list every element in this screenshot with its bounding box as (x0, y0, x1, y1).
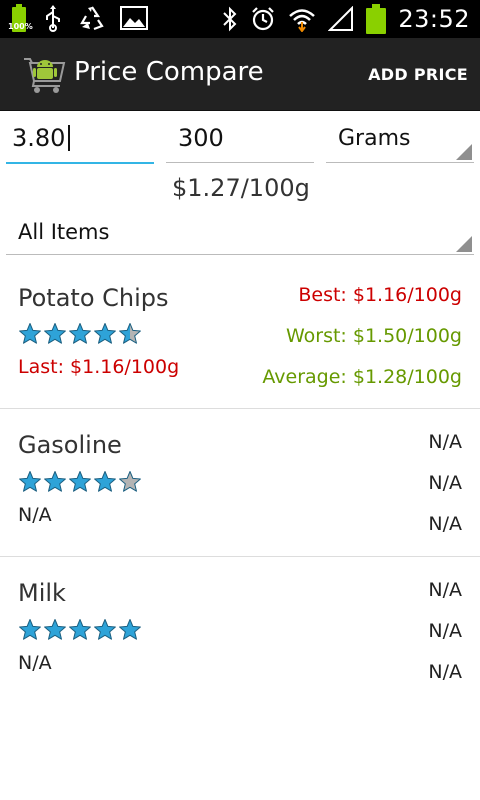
item-name: Potato Chips (18, 284, 169, 312)
star-icon (44, 471, 66, 492)
list-item[interactable]: Potato Chips Last: $1.16/100g Best: $1.1… (0, 262, 480, 408)
quantity-input-value: 300 (178, 124, 224, 152)
average-price: N/A (428, 513, 462, 535)
signal-icon (328, 6, 354, 31)
text-cursor (68, 125, 70, 151)
star-icon (69, 323, 91, 344)
item-filter-value: All Items (18, 220, 110, 244)
usb-icon (46, 5, 60, 32)
unit-dropdown[interactable]: Grams (326, 118, 474, 163)
status-bar: 100% 23:52 (0, 0, 480, 38)
average-price: Average: $1.28/100g (262, 366, 462, 388)
wifi-icon (289, 9, 316, 32)
average-price: N/A (428, 661, 462, 683)
battery-percent: 100% (8, 22, 33, 31)
app-title: Price Compare (74, 57, 264, 87)
price-input[interactable]: 3.80 (6, 118, 154, 164)
computed-unit-price: $1.27/100g (172, 174, 310, 202)
star-icon (94, 471, 116, 492)
dropdown-arrow-icon (456, 236, 472, 252)
star-icon (69, 471, 91, 492)
list-item[interactable]: Gasoline N/A N/A N/A N/A (0, 409, 480, 556)
worst-price: N/A (428, 620, 462, 642)
alarm-icon (252, 7, 275, 31)
dropdown-arrow-icon (456, 144, 472, 160)
item-name: Gasoline (18, 431, 122, 459)
star-icon (44, 323, 66, 344)
rating-stars (18, 618, 142, 642)
star-icon (119, 323, 141, 344)
action-bar: Price Compare ADD PRICE (0, 38, 480, 111)
list-item[interactable]: Milk N/A N/A N/A N/A (0, 557, 480, 704)
rating-stars (18, 470, 142, 494)
recycle-icon (80, 6, 104, 31)
star-icon (19, 471, 41, 492)
quantity-input[interactable]: 300 (166, 118, 314, 163)
star-icon (44, 619, 66, 640)
star-icon (119, 471, 141, 492)
bluetooth-icon (223, 6, 237, 32)
best-price: Best: $1.16/100g (298, 284, 462, 306)
star-icon (94, 619, 116, 640)
star-icon (69, 619, 91, 640)
best-price: N/A (428, 579, 462, 601)
rating-stars (18, 322, 142, 346)
battery-icon (366, 4, 387, 34)
best-price: N/A (428, 431, 462, 453)
android-cart-icon[interactable] (20, 53, 66, 95)
star-icon (19, 619, 41, 640)
star-icon (19, 323, 41, 344)
worst-price: N/A (428, 472, 462, 494)
last-price: Last: $1.16/100g (18, 356, 180, 378)
item-filter-dropdown[interactable]: All Items (6, 214, 474, 255)
battery-icon: 100% (8, 4, 33, 32)
item-name: Milk (18, 579, 66, 607)
worst-price: Worst: $1.50/100g (285, 325, 462, 347)
status-clock: 23:52 (398, 5, 470, 33)
last-price: N/A (18, 504, 52, 526)
star-icon (119, 619, 141, 640)
image-icon (120, 6, 148, 30)
star-icon (94, 323, 116, 344)
last-price: N/A (18, 652, 52, 674)
unit-dropdown-value: Grams (338, 126, 411, 151)
add-price-button[interactable]: ADD PRICE (368, 65, 468, 84)
price-input-value: 3.80 (12, 124, 66, 152)
